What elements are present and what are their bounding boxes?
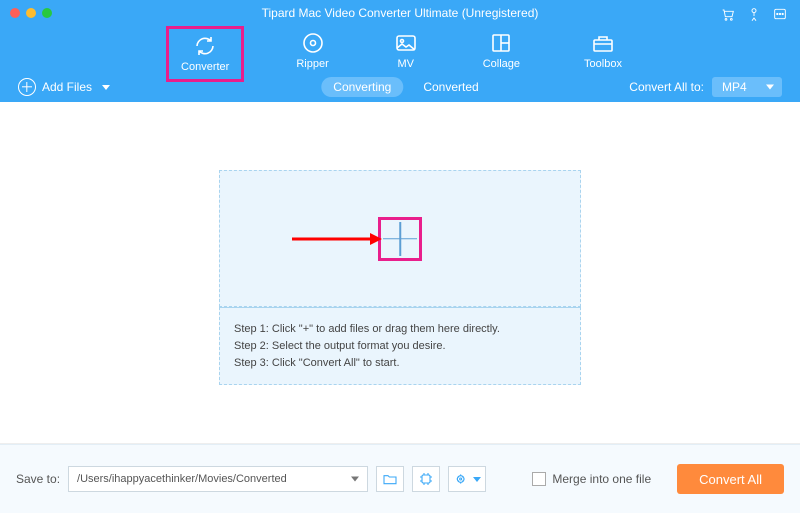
- folder-icon: [382, 471, 398, 487]
- merge-checkbox[interactable]: [532, 472, 546, 486]
- tab-collage[interactable]: Collage: [471, 26, 532, 82]
- app-title: Tipard Mac Video Converter Ultimate (Unr…: [0, 0, 800, 20]
- workarea: Step 1: Click "+" to add files or drag t…: [0, 102, 800, 444]
- tab-toolbox-label: Toolbox: [584, 58, 622, 70]
- add-file-plus-button[interactable]: [378, 217, 422, 261]
- save-path-field[interactable]: /Users/ihappyacethinker/Movies/Converted: [68, 466, 368, 492]
- plus-circle-icon: [18, 78, 36, 96]
- mv-icon: [393, 30, 419, 56]
- convert-all-button[interactable]: Convert All: [677, 464, 784, 494]
- output-format-value: MP4: [722, 80, 747, 94]
- collage-icon: [488, 30, 514, 56]
- cart-icon[interactable]: [720, 6, 736, 25]
- ripper-icon: [300, 30, 326, 56]
- chevron-down-icon: [766, 85, 774, 90]
- step-3-text: Step 3: Click "Convert All" to start.: [234, 357, 566, 369]
- tab-mv[interactable]: MV: [381, 26, 431, 82]
- add-files-label: Add Files: [42, 80, 92, 94]
- footer: Save to: /Users/ihappyacethinker/Movies/…: [0, 444, 800, 513]
- tab-converter[interactable]: Converter: [166, 26, 244, 82]
- plus-icon: [383, 222, 417, 256]
- window-controls: [10, 8, 52, 18]
- save-path-value: /Users/ihappyacethinker/Movies/Converted: [77, 473, 287, 485]
- tab-toolbox[interactable]: Toolbox: [572, 26, 634, 82]
- subtab-converting[interactable]: Converting: [321, 77, 403, 97]
- annotation-arrow: [292, 229, 382, 249]
- register-icon[interactable]: [746, 6, 762, 25]
- chip-icon: [418, 471, 434, 487]
- tab-collage-label: Collage: [483, 58, 520, 70]
- convert-all-to-label: Convert All to:: [629, 80, 704, 94]
- menu-icon[interactable]: [772, 6, 788, 25]
- chevron-down-icon: [473, 477, 481, 482]
- settings-button[interactable]: [448, 466, 486, 492]
- subtab-converted[interactable]: Converted: [423, 80, 478, 94]
- tab-ripper[interactable]: Ripper: [284, 26, 340, 82]
- maximize-icon[interactable]: [42, 8, 52, 18]
- chevron-down-icon[interactable]: [102, 85, 110, 90]
- drop-zone[interactable]: [219, 170, 581, 307]
- gear-icon: [454, 471, 470, 487]
- app-header: Tipard Mac Video Converter Ultimate (Unr…: [0, 0, 800, 72]
- instructions-panel: Step 1: Click "+" to add files or drag t…: [219, 307, 581, 385]
- tab-converter-label: Converter: [181, 61, 229, 73]
- toolbox-icon: [590, 30, 616, 56]
- save-to-label: Save to:: [16, 472, 60, 486]
- main-tabs: Converter Ripper MV Collage Toolbox: [0, 26, 800, 82]
- converter-icon: [192, 33, 218, 59]
- chevron-down-icon: [351, 477, 359, 482]
- close-icon[interactable]: [10, 8, 20, 18]
- gpu-accel-button[interactable]: [412, 466, 440, 492]
- output-format-select[interactable]: MP4: [712, 77, 782, 97]
- open-folder-button[interactable]: [376, 466, 404, 492]
- step-1-text: Step 1: Click "+" to add files or drag t…: [234, 323, 566, 335]
- tab-mv-label: MV: [397, 58, 414, 70]
- merge-label: Merge into one file: [552, 472, 651, 486]
- step-2-text: Step 2: Select the output format you des…: [234, 340, 566, 352]
- minimize-icon[interactable]: [26, 8, 36, 18]
- tab-ripper-label: Ripper: [296, 58, 328, 70]
